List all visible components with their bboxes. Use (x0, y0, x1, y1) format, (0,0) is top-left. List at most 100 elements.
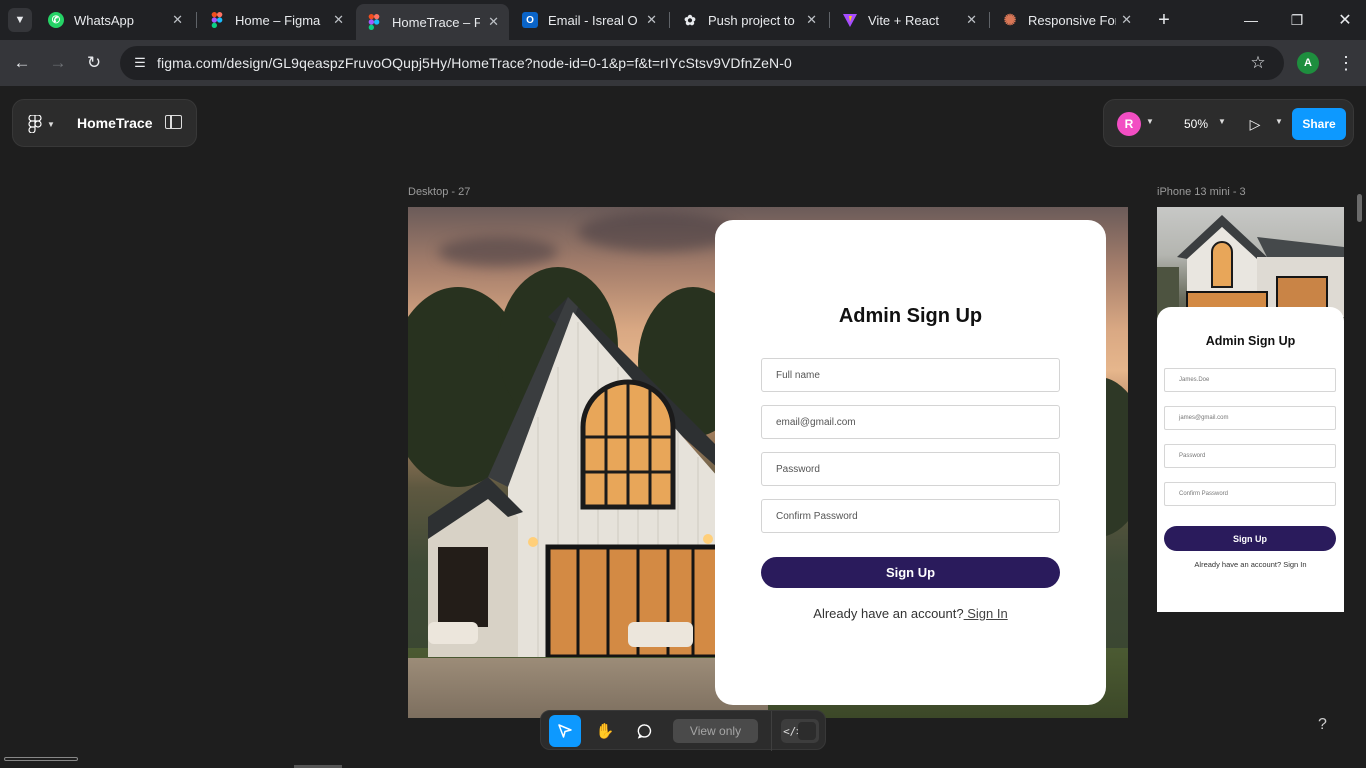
tab-title: Email - Isreal Ok (548, 12, 638, 28)
mobile-already-have-account-text[interactable]: Already have an account? Sign In (1157, 560, 1344, 569)
chevron-down-icon[interactable]: ▼ (1146, 117, 1154, 126)
tab-push-project[interactable]: ✿ Push project to G ✕ (672, 6, 827, 34)
mobile-name-field[interactable]: James.Doe (1164, 368, 1336, 392)
patio (408, 658, 768, 718)
site-settings-icon[interactable]: ☰ (128, 51, 152, 75)
figma-logo-icon (28, 115, 42, 133)
chevron-down-icon[interactable]: ▼ (1218, 117, 1226, 126)
frame-label-desktop[interactable]: Desktop - 27 (408, 186, 470, 198)
tab-title: Responsive Form (1028, 12, 1116, 28)
tab-title: HomeTrace – Fig (392, 14, 480, 30)
url-text[interactable]: figma.com/design/GL9qeaspzFruvoOQupj5Hy/… (157, 55, 792, 71)
frame-label-mobile[interactable]: iPhone 13 mini - 3 (1157, 186, 1246, 198)
dev-mode-toggle[interactable]: </> (781, 719, 819, 743)
claude-icon: ✺ (1003, 12, 1017, 29)
cloud (438, 237, 558, 267)
mobile-sign-up-button[interactable]: Sign Up (1164, 526, 1336, 551)
mobile-confirm-password-field[interactable]: Confirm Password (1164, 482, 1336, 506)
browser-toolbar: ← → ↻ ☰ figma.com/design/GL9qeaspzFruvoO… (0, 40, 1366, 86)
close-window-icon[interactable]: ✕ (1330, 8, 1360, 32)
sign-up-button[interactable]: Sign Up (761, 557, 1060, 588)
tab-responsive-form[interactable]: ✺ Responsive Form ✕ (992, 6, 1142, 34)
tab-search-chevron-icon[interactable]: ▼ (8, 8, 32, 32)
bottom-toolbar: ✋ View only </> (540, 710, 826, 751)
back-icon[interactable]: ← (9, 50, 35, 76)
more-menu-icon[interactable]: ⋮ (1336, 50, 1356, 76)
mobile-house-illustration (1157, 215, 1344, 318)
cloud (578, 212, 738, 252)
outlook-icon: O (522, 12, 538, 28)
address-bar[interactable]: ☰ figma.com/design/GL9qeaspzFruvoOQupj5H… (120, 46, 1284, 80)
bookmark-star-icon[interactable]: ☆ (1246, 51, 1270, 75)
top-right-panel: R ▼ 50% ▼ ▷ ▼ Share (1103, 99, 1354, 147)
tab-title: Home – Figma (235, 12, 321, 28)
already-have-account-text: Already have an account? Sign In (715, 606, 1106, 621)
share-button[interactable]: Share (1292, 108, 1346, 140)
mobile-frame[interactable]: Admin Sign Up James.Doe james@gmail.com … (1157, 207, 1344, 612)
restore-icon[interactable]: ❐ (1282, 8, 1312, 32)
forward-icon[interactable]: → (45, 50, 71, 76)
tab-title: WhatsApp (74, 12, 134, 28)
move-tool-cursor-icon[interactable] (549, 715, 581, 747)
figma-canvas[interactable]: ▼ HomeTrace R ▼ 50% ▼ ▷ ▼ Share Desktop … (0, 86, 1366, 768)
tab-separator (829, 12, 830, 28)
toolbar-divider (771, 711, 772, 751)
tab-whatsapp[interactable]: ✆ WhatsApp ✕ (38, 6, 193, 34)
tab-email[interactable]: O Email - Isreal Ok ✕ (512, 6, 667, 34)
mobile-email-field[interactable]: james@gmail.com (1164, 406, 1336, 430)
sign-in-link[interactable]: Sign In (964, 606, 1007, 621)
close-icon[interactable]: ✕ (488, 14, 499, 30)
form-title: Admin Sign Up (838, 305, 983, 327)
new-tab-icon[interactable]: + (1152, 8, 1176, 32)
hand-tool-icon[interactable]: ✋ (589, 715, 621, 747)
close-icon[interactable]: ✕ (172, 12, 183, 28)
chevron-down-icon: ▼ (47, 119, 55, 129)
sidebar-toggle-icon[interactable] (165, 115, 182, 129)
minimize-icon[interactable]: — (1236, 8, 1266, 32)
mobile-signup-card: Admin Sign Up James.Doe james@gmail.com … (1157, 307, 1344, 612)
horizontal-scrollbar[interactable] (4, 757, 78, 761)
already-text: Already have an account? (813, 606, 964, 621)
tab-vite-react[interactable]: Vite + React ✕ (832, 6, 987, 34)
reload-icon[interactable]: ↻ (81, 50, 107, 76)
chatgpt-icon: ✿ (684, 11, 696, 28)
comment-icon[interactable] (629, 715, 661, 747)
chevron-down-icon[interactable]: ▼ (1275, 117, 1283, 126)
tab-separator (989, 12, 990, 28)
mobile-password-field[interactable]: Password (1164, 444, 1336, 468)
profile-avatar[interactable]: A (1297, 52, 1319, 74)
toggle-knob (798, 722, 816, 740)
signup-form-card: Admin Sign Up Full name email@gmail.com … (715, 220, 1106, 705)
desktop-frame[interactable]: Admin Sign Up Full name email@gmail.com … (408, 207, 1128, 718)
close-icon[interactable]: ✕ (646, 12, 657, 28)
tab-separator (196, 12, 197, 28)
email-field[interactable]: email@gmail.com (761, 405, 1060, 439)
help-icon[interactable]: ? (1318, 716, 1327, 734)
file-name[interactable]: HomeTrace (77, 115, 152, 131)
figma-icon (366, 14, 382, 30)
tab-separator (669, 12, 670, 28)
confirm-password-field[interactable]: Confirm Password (761, 499, 1060, 533)
figma-main-menu[interactable]: ▼ (27, 113, 61, 135)
present-play-icon[interactable]: ▷ (1245, 114, 1265, 134)
tab-title: Push project to G (708, 12, 798, 28)
full-name-field[interactable]: Full name (761, 358, 1060, 392)
mobile-form-title: Admin Sign Up (1205, 334, 1296, 348)
vite-icon (842, 12, 858, 28)
file-panel: ▼ HomeTrace (12, 99, 197, 147)
close-icon[interactable]: ✕ (1121, 12, 1132, 28)
tab-hometrace-figma[interactable]: HomeTrace – Fig ✕ (356, 4, 509, 40)
password-field[interactable]: Password (761, 452, 1060, 486)
tab-title: Vite + React (868, 12, 939, 28)
close-icon[interactable]: ✕ (333, 12, 344, 28)
whatsapp-icon: ✆ (48, 12, 64, 28)
house-illustration (428, 297, 728, 657)
figma-icon (209, 12, 225, 28)
view-only-badge: View only (673, 719, 758, 743)
vertical-scrollbar[interactable] (1357, 194, 1362, 222)
browser-tab-bar: ▼ ✆ WhatsApp ✕ Home – Figma ✕ HomeTrace … (0, 0, 1366, 40)
tab-home-figma[interactable]: Home – Figma ✕ (199, 6, 354, 34)
close-icon[interactable]: ✕ (806, 12, 817, 28)
close-icon[interactable]: ✕ (966, 12, 977, 28)
collaborator-avatar[interactable]: R (1117, 112, 1141, 136)
